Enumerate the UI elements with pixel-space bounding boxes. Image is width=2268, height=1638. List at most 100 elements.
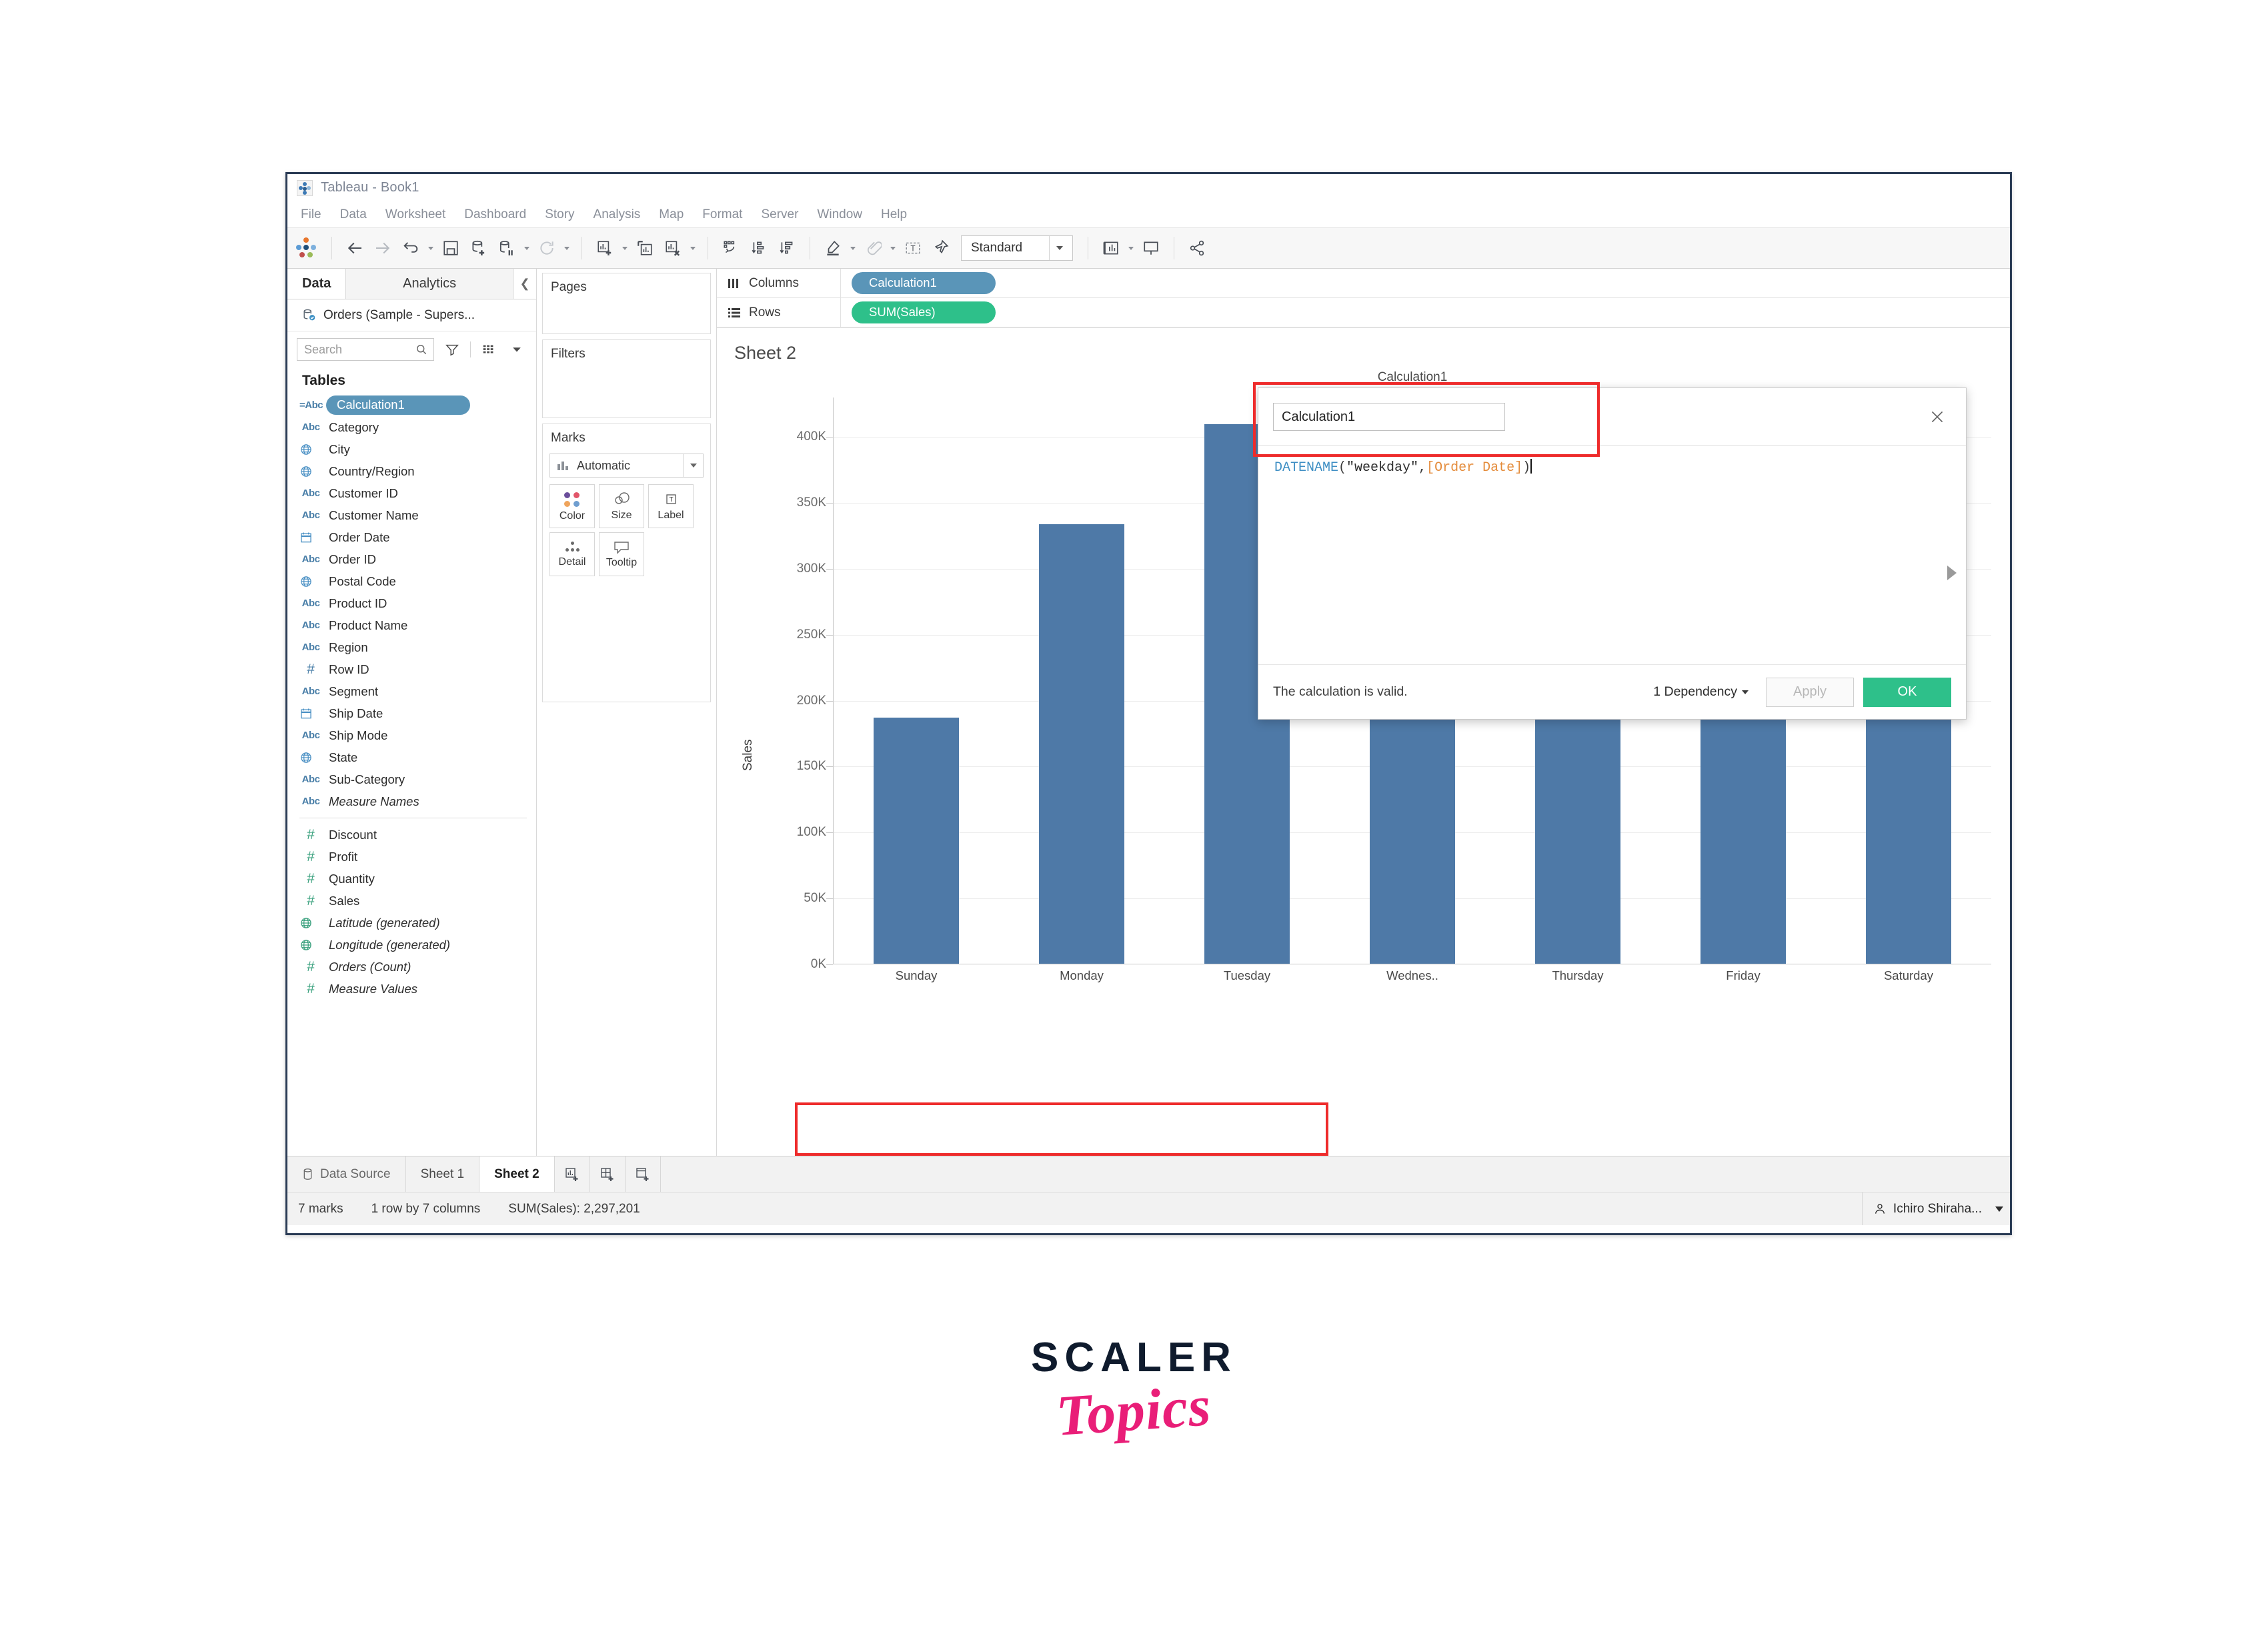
bar-slot[interactable] [999,397,1164,964]
field-item[interactable]: Abc Product Name [299,614,536,636]
chevron-down-icon[interactable] [507,339,527,359]
field-item[interactable]: Postal Code [299,570,536,592]
tab-data[interactable]: Data [287,269,347,299]
refresh-caret-icon[interactable] [561,235,572,261]
expand-right-arrow-icon[interactable] [1947,566,1957,580]
field-item[interactable]: # Profit [299,846,536,868]
bar[interactable] [1038,524,1125,964]
marks-size-button[interactable]: Size [599,484,644,528]
field-item[interactable]: Abc Sub-Category [299,768,536,790]
grid-view-icon[interactable] [479,339,499,359]
field-item[interactable]: Abc Customer Name [299,504,536,526]
mark-type-caret-icon[interactable] [683,454,703,477]
menu-data[interactable]: Data [331,206,376,223]
field-item[interactable]: # Sales [299,890,536,912]
chevron-left-icon[interactable]: ❮ [513,269,536,299]
menu-format[interactable]: Format [693,206,752,223]
mark-type-dropdown[interactable]: Automatic [549,454,704,478]
field-item[interactable]: # Quantity [299,868,536,890]
group-caret-icon[interactable] [888,235,898,261]
formula-editor[interactable]: DATENAME("weekday",[Order Date]) [1258,446,1966,664]
field-item[interactable]: Abc Measure Names [299,790,536,812]
menu-help[interactable]: Help [872,206,916,223]
menu-server[interactable]: Server [752,206,808,223]
field-item[interactable]: Abc Region [299,636,536,658]
dependency-dropdown[interactable]: 1 Dependency [1653,684,1749,700]
field-item[interactable]: # Orders (Count) [299,956,536,978]
menu-story[interactable]: Story [535,206,584,223]
field-item[interactable]: Abc Customer ID [299,482,536,504]
pause-refresh-caret-icon[interactable] [521,235,532,261]
swap-rows-columns-icon[interactable] [718,235,744,261]
pill-calculation1[interactable]: Calculation1 [852,272,996,294]
new-data-source-icon[interactable] [465,235,492,261]
bar-slot[interactable] [834,397,999,964]
marks-label-button[interactable]: T Label [648,484,694,528]
field-item[interactable]: Longitude (generated) [299,934,536,956]
fit-caret-icon[interactable] [1049,236,1070,260]
clear-sheet-caret-icon[interactable] [688,235,698,261]
new-story-tab-icon[interactable] [626,1156,661,1192]
data-source-row[interactable]: Orders (Sample - Supers... [287,299,536,331]
funnel-icon[interactable] [442,339,462,359]
clear-sheet-icon[interactable] [660,235,686,261]
save-icon[interactable] [437,235,464,261]
back-arrow-icon[interactable] [341,235,368,261]
user-account-menu[interactable]: Ichiro Shiraha... [1861,1192,2003,1225]
field-item[interactable]: # Discount [299,824,536,846]
field-item[interactable]: Latitude (generated) [299,912,536,934]
field-item[interactable]: State [299,746,536,768]
duplicate-sheet-icon[interactable] [632,235,658,261]
columns-drop-zone[interactable]: Calculation1 [841,269,2010,297]
presentation-fit-caret-icon[interactable] [1126,235,1136,261]
refresh-icon[interactable] [533,235,560,261]
sort-ascending-icon[interactable] [746,235,772,261]
menu-window[interactable]: Window [808,206,872,223]
undo-caret-icon[interactable] [425,235,436,261]
menu-map[interactable]: Map [650,206,693,223]
apply-button[interactable]: Apply [1766,677,1854,707]
fix-axes-icon[interactable] [928,235,954,261]
pages-card[interactable]: Pages [542,273,711,334]
field-item[interactable]: Order Date [299,526,536,548]
tab-sheet-2[interactable]: Sheet 2 [479,1156,555,1192]
new-dashboard-tab-icon[interactable] [590,1156,626,1192]
tab-data-source[interactable]: Data Source [287,1156,406,1192]
marks-color-button[interactable]: Color [549,484,595,528]
field-item[interactable]: =Abc Calculation1 [299,394,536,416]
calculation-name-input[interactable] [1273,403,1505,431]
presentation-fit-icon[interactable] [1098,235,1124,261]
calculation-editor-dialog[interactable]: DATENAME("weekday",[Order Date]) The cal… [1258,387,1967,720]
fit-dropdown[interactable]: Standard [961,235,1073,261]
show-me-icon[interactable] [1184,235,1210,261]
field-item[interactable]: Abc Product ID [299,592,536,614]
field-item[interactable]: Abc Segment [299,680,536,702]
show-mark-labels-icon[interactable]: T [900,235,926,261]
menu-worksheet[interactable]: Worksheet [376,206,455,223]
field-item[interactable]: # Row ID [299,658,536,680]
marks-detail-button[interactable]: Detail [549,532,595,576]
undo-icon[interactable] [397,235,424,261]
field-item[interactable]: Abc Ship Mode [299,724,536,746]
field-item[interactable]: Ship Date [299,702,536,724]
field-item[interactable]: City [299,438,536,460]
menu-analysis[interactable]: Analysis [584,206,650,223]
pause-refresh-icon[interactable] [493,235,520,261]
tab-analytics[interactable]: Analytics [346,269,513,299]
highlight-caret-icon[interactable] [848,235,858,261]
new-worksheet-tab-icon[interactable] [555,1156,590,1192]
bar[interactable] [873,718,960,964]
chevron-down-icon[interactable] [1995,1206,2003,1212]
sort-descending-icon[interactable] [774,235,800,261]
rows-shelf[interactable]: Rows SUM(Sales) [717,298,2010,327]
field-item[interactable]: Abc Order ID [299,548,536,570]
presentation-mode-icon[interactable] [1138,235,1164,261]
close-icon[interactable] [1926,405,1949,428]
highlight-icon[interactable] [820,235,846,261]
field-item[interactable]: # Measure Values [299,978,536,1000]
pill-sum-sales[interactable]: SUM(Sales) [852,301,996,323]
filters-card[interactable]: Filters [542,339,711,418]
search-input[interactable] [304,342,415,357]
field-item[interactable]: Country/Region [299,460,536,482]
search-input-wrapper[interactable] [297,338,434,361]
